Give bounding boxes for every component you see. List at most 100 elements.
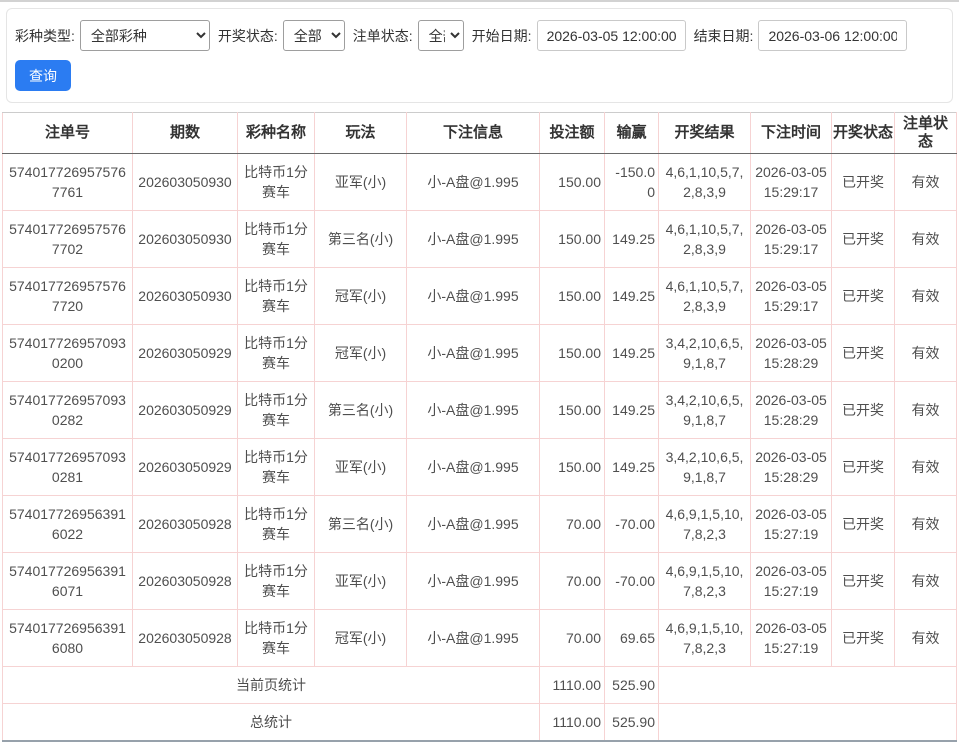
table-row: 5740177269575767702202603050930比特币1分赛车第三… [3, 211, 957, 268]
cell-bet-status: 有效 [895, 553, 957, 610]
table-row: 5740177269563916080202603050928比特币1分赛车冠军… [3, 610, 957, 667]
cell-bet-status: 有效 [895, 610, 957, 667]
cell-period: 202603050930 [133, 154, 238, 211]
cell-bet-id: 5740177269570930282 [3, 382, 133, 439]
header-bet-amount: 投注额 [540, 113, 605, 154]
cell-bet-amount: 150.00 [540, 268, 605, 325]
draw-status-label: 开奖状态: [218, 26, 278, 46]
cell-bet-status: 有效 [895, 325, 957, 382]
header-lottery-name: 彩种名称 [238, 113, 315, 154]
cell-period: 202603050929 [133, 439, 238, 496]
start-date-input[interactable] [537, 20, 686, 51]
cell-play-type: 冠军(小) [315, 610, 407, 667]
cell-win-loss: -70.00 [605, 496, 659, 553]
cell-period: 202603050928 [133, 610, 238, 667]
cell-bet-time: 2026-03-05 15:27:19 [751, 496, 832, 553]
cell-play-type: 第三名(小) [315, 211, 407, 268]
cell-bet-id: 5740177269563916022 [3, 496, 133, 553]
header-bet-status: 注单状态 [895, 113, 957, 154]
cell-win-loss: 149.25 [605, 439, 659, 496]
cell-bet-info: 小-A盘@1.995 [407, 439, 540, 496]
cell-play-type: 第三名(小) [315, 382, 407, 439]
cell-win-loss: -70.00 [605, 553, 659, 610]
end-date-label: 结束日期: [694, 26, 754, 46]
cell-bet-time: 2026-03-05 15:28:29 [751, 439, 832, 496]
cell-bet-amount: 150.00 [540, 211, 605, 268]
cell-bet-info: 小-A盘@1.995 [407, 610, 540, 667]
summary-bet-total: 1110.00 [540, 704, 605, 741]
table-row: 5740177269570930282202603050929比特币1分赛车第三… [3, 382, 957, 439]
cell-play-type: 冠军(小) [315, 325, 407, 382]
cell-win-loss: -150.00 [605, 154, 659, 211]
bet-status-select[interactable]: 全部 [418, 20, 464, 51]
cell-bet-amount: 150.00 [540, 382, 605, 439]
cell-period: 202603050928 [133, 553, 238, 610]
cell-bet-time: 2026-03-05 15:27:19 [751, 610, 832, 667]
cell-draw-status: 已开奖 [832, 211, 895, 268]
cell-period: 202603050928 [133, 496, 238, 553]
summary-empty [659, 667, 957, 704]
cell-bet-id: 5740177269570930200 [3, 325, 133, 382]
cell-draw-status: 已开奖 [832, 553, 895, 610]
cell-draw-status: 已开奖 [832, 154, 895, 211]
filter-row: 彩种类型: 全部彩种 开奖状态: 全部 注单状态: 全部 开始日期: 结束日期: [15, 20, 944, 51]
cell-lottery-name: 比特币1分赛车 [238, 496, 315, 553]
header-draw-result: 开奖结果 [659, 113, 751, 154]
summary-winloss-total: 525.90 [605, 704, 659, 741]
filter-panel: 彩种类型: 全部彩种 开奖状态: 全部 注单状态: 全部 开始日期: 结束日期:… [6, 8, 953, 103]
cell-bet-amount: 150.00 [540, 325, 605, 382]
cell-win-loss: 149.25 [605, 268, 659, 325]
cell-bet-amount: 70.00 [540, 553, 605, 610]
cell-bet-time: 2026-03-05 15:28:29 [751, 325, 832, 382]
table-row: 5740177269570930281202603050929比特币1分赛车亚军… [3, 439, 957, 496]
cell-bet-status: 有效 [895, 211, 957, 268]
summary-row-current-page: 当前页统计 1110.00 525.90 [3, 667, 957, 704]
cell-draw-status: 已开奖 [832, 268, 895, 325]
cell-bet-time: 2026-03-05 15:28:29 [751, 382, 832, 439]
header-period: 期数 [133, 113, 238, 154]
cell-bet-amount: 70.00 [540, 610, 605, 667]
cell-lottery-name: 比特币1分赛车 [238, 268, 315, 325]
cell-lottery-name: 比特币1分赛车 [238, 154, 315, 211]
cell-bet-time: 2026-03-05 15:27:19 [751, 553, 832, 610]
summary-bet-total: 1110.00 [540, 667, 605, 704]
cell-lottery-name: 比特币1分赛车 [238, 382, 315, 439]
cell-bet-id: 5740177269575767761 [3, 154, 133, 211]
cell-lottery-name: 比特币1分赛车 [238, 610, 315, 667]
query-button[interactable]: 查询 [15, 60, 71, 91]
cell-lottery-name: 比特币1分赛车 [238, 325, 315, 382]
cell-draw-status: 已开奖 [832, 496, 895, 553]
draw-status-select[interactable]: 全部 [283, 20, 345, 51]
cell-period: 202603050930 [133, 211, 238, 268]
cell-bet-info: 小-A盘@1.995 [407, 382, 540, 439]
bet-status-label: 注单状态: [353, 26, 413, 46]
cell-draw-result: 3,4,2,10,6,5,9,1,8,7 [659, 382, 751, 439]
cell-lottery-name: 比特币1分赛车 [238, 553, 315, 610]
summary-winloss-total: 525.90 [605, 667, 659, 704]
cell-draw-result: 4,6,9,1,5,10,7,8,2,3 [659, 553, 751, 610]
cell-play-type: 亚军(小) [315, 553, 407, 610]
cell-period: 202603050929 [133, 382, 238, 439]
cell-bet-status: 有效 [895, 439, 957, 496]
cell-bet-id: 5740177269570930281 [3, 439, 133, 496]
top-divider [0, 0, 959, 2]
summary-label: 总统计 [3, 704, 540, 741]
cell-draw-result: 4,6,1,10,5,7,2,8,3,9 [659, 268, 751, 325]
button-row: 查询 [15, 60, 944, 91]
header-bet-time: 下注时间 [751, 113, 832, 154]
cell-bet-info: 小-A盘@1.995 [407, 496, 540, 553]
header-play-type: 玩法 [315, 113, 407, 154]
cell-bet-info: 小-A盘@1.995 [407, 154, 540, 211]
table-header-row: 注单号 期数 彩种名称 玩法 下注信息 投注额 输赢 开奖结果 下注时间 开奖状… [3, 113, 957, 154]
cell-play-type: 第三名(小) [315, 496, 407, 553]
end-date-input[interactable] [758, 20, 907, 51]
summary-empty [659, 704, 957, 741]
cell-lottery-name: 比特币1分赛车 [238, 439, 315, 496]
header-win-loss: 输赢 [605, 113, 659, 154]
cell-bet-status: 有效 [895, 154, 957, 211]
cell-bet-status: 有效 [895, 382, 957, 439]
cell-bet-status: 有效 [895, 496, 957, 553]
lottery-type-label: 彩种类型: [15, 26, 75, 46]
cell-bet-info: 小-A盘@1.995 [407, 553, 540, 610]
lottery-type-select[interactable]: 全部彩种 [80, 20, 210, 51]
